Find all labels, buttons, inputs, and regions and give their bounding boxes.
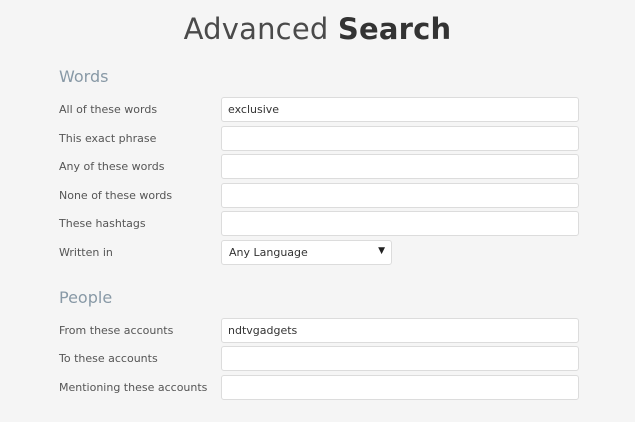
any-words-row: Any of these words [59, 154, 580, 179]
language-row: Written in Any Language ▼ [59, 240, 580, 265]
all-words-input[interactable] [222, 98, 568, 121]
all-words-row: All of these words [59, 97, 580, 122]
language-selected-value: Any Language [229, 246, 308, 259]
to-accounts-field[interactable] [221, 346, 579, 371]
page-title: Advanced Search [0, 12, 635, 46]
exact-phrase-input[interactable] [222, 127, 568, 150]
any-words-label: Any of these words [59, 160, 165, 173]
from-accounts-label: From these accounts [59, 324, 174, 337]
advanced-search-page: Advanced Search Words All of these words… [0, 0, 635, 422]
hashtags-input[interactable] [222, 212, 568, 235]
from-accounts-row: From these accounts [59, 318, 580, 343]
mentioning-accounts-field[interactable] [221, 375, 579, 400]
none-words-row: None of these words [59, 183, 580, 208]
any-words-input[interactable] [222, 155, 568, 178]
mentioning-accounts-label: Mentioning these accounts [59, 381, 208, 394]
to-accounts-row: To these accounts [59, 346, 580, 371]
language-select[interactable]: Any Language ▼ [221, 240, 392, 265]
none-words-field[interactable] [221, 183, 579, 208]
none-words-label: None of these words [59, 189, 173, 202]
from-accounts-input[interactable] [222, 319, 568, 342]
hashtags-label: These hashtags [59, 217, 146, 230]
hashtags-row: These hashtags [59, 211, 580, 236]
page-title-light: Advanced [183, 12, 338, 46]
exact-phrase-label: This exact phrase [59, 132, 157, 145]
caret-down-icon: ▼ [378, 246, 385, 256]
all-words-label: All of these words [59, 103, 158, 116]
language-label: Written in [59, 246, 113, 259]
page-title-bold: Search [337, 12, 452, 46]
mentioning-accounts-row: Mentioning these accounts [59, 375, 580, 400]
to-accounts-input[interactable] [222, 347, 568, 370]
from-accounts-field[interactable] [221, 318, 579, 343]
none-words-input[interactable] [222, 184, 568, 207]
people-section-heading: People [59, 288, 113, 307]
to-accounts-label: To these accounts [59, 352, 158, 365]
any-words-field[interactable] [221, 154, 579, 179]
all-words-field[interactable] [221, 97, 579, 122]
exact-phrase-row: This exact phrase [59, 126, 580, 151]
words-section-heading: Words [59, 67, 109, 86]
exact-phrase-field[interactable] [221, 126, 579, 151]
mentioning-accounts-input[interactable] [222, 376, 568, 399]
hashtags-field[interactable] [221, 211, 579, 236]
